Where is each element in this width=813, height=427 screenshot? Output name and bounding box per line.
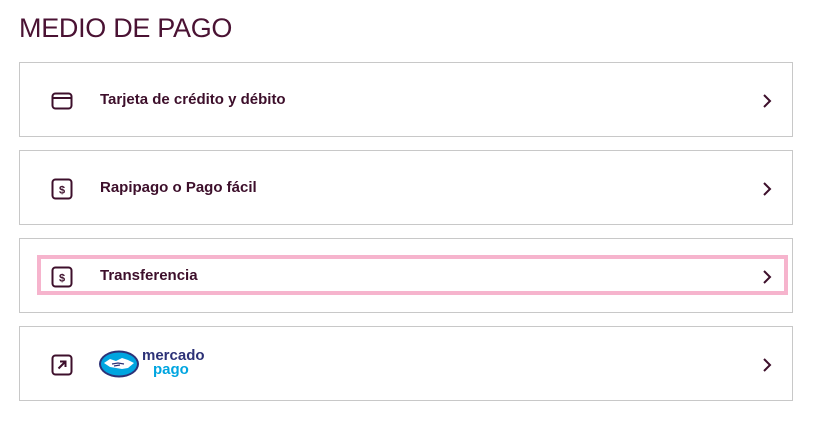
payment-option-transfer[interactable]: $ Transferencia: [19, 238, 793, 313]
payment-option-mercadopago[interactable]: mercado pago: [19, 326, 793, 401]
svg-text:$: $: [59, 273, 65, 285]
payment-option-label: Rapipago o Pago fácil: [100, 179, 257, 196]
dollar-badge-icon: $: [51, 266, 73, 288]
mercadopago-logo-line2: pago: [153, 361, 189, 378]
credit-card-icon: [51, 90, 73, 112]
dollar-badge-icon: $: [51, 178, 73, 200]
chevron-right-icon: [760, 92, 774, 110]
mercadopago-logo: mercado pago: [98, 348, 208, 380]
chevron-right-icon: [760, 356, 774, 374]
payment-option-label: Tarjeta de crédito y débito: [100, 91, 286, 108]
external-link-icon: [51, 354, 73, 376]
payment-option-label: Transferencia: [100, 267, 198, 284]
payment-option-card[interactable]: Tarjeta de crédito y débito: [19, 62, 793, 137]
page-title: MEDIO DE PAGO: [19, 13, 233, 43]
handshake-icon: [99, 350, 139, 378]
svg-text:$: $: [59, 185, 65, 197]
chevron-right-icon: [760, 268, 774, 286]
chevron-right-icon: [760, 180, 774, 198]
payment-option-rapipago[interactable]: $ Rapipago o Pago fácil: [19, 150, 793, 225]
